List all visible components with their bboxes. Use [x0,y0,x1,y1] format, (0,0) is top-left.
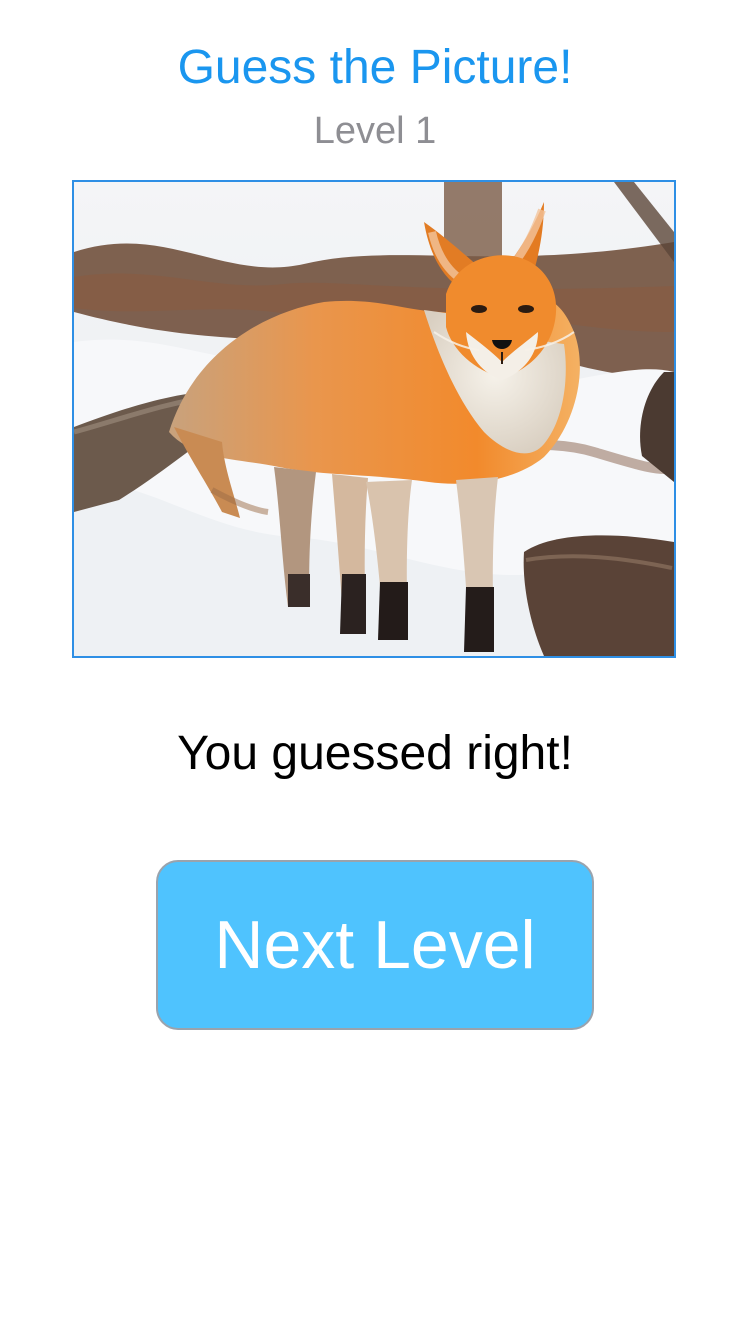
level-label: Level 1 [313,110,437,152]
puzzle-image [72,180,676,658]
result-message: You guessed right! [177,727,573,780]
page-title: Guess the Picture! [177,41,573,94]
fox-image [74,182,674,656]
next-level-button[interactable]: Next Level [156,860,594,1030]
